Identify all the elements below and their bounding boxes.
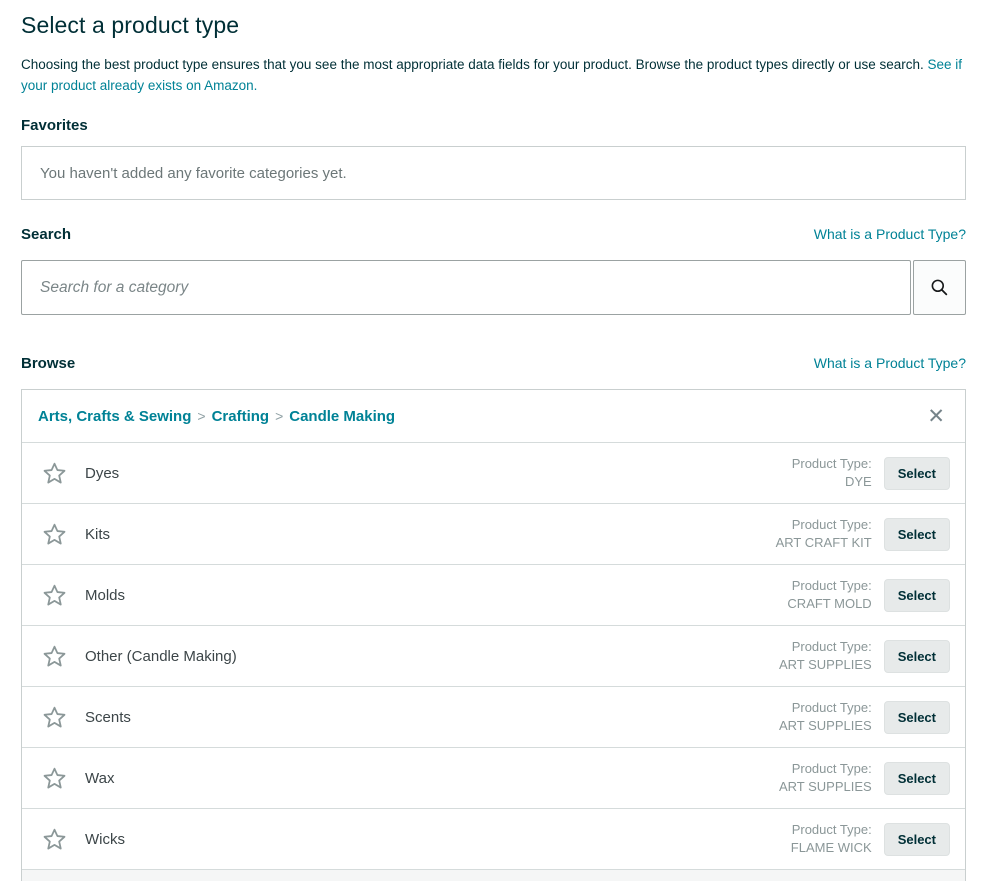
product-type-value: ART SUPPLIES — [779, 718, 872, 733]
category-name: Wax — [85, 770, 114, 787]
category-name: Wicks — [85, 831, 125, 848]
category-row: Dyes Product Type: DYE Select — [22, 442, 965, 503]
breadcrumb-item-root[interactable]: Arts, Crafts & Sewing — [38, 408, 191, 425]
category-row: Scents Product Type: ART SUPPLIES Select — [22, 686, 965, 747]
product-type-block: Product Type: ART CRAFT KIT — [776, 516, 872, 552]
star-icon — [42, 766, 67, 791]
close-icon[interactable]: ✕ — [923, 404, 949, 429]
product-type-block: Product Type: ART SUPPLIES — [779, 699, 872, 735]
product-type-value: FLAME WICK — [791, 840, 872, 855]
star-icon — [42, 644, 67, 669]
favorite-star-button[interactable] — [42, 766, 67, 791]
breadcrumb-item-candle-making[interactable]: Candle Making — [289, 408, 395, 425]
search-section-head: Search What is a Product Type? — [21, 226, 966, 243]
select-product-type-page: Select a product type Choosing the best … — [0, 0, 987, 881]
category-name: Other (Candle Making) — [85, 648, 237, 665]
product-type-label: Product Type: — [792, 700, 872, 715]
category-row-right: Product Type: CRAFT MOLD Select — [787, 577, 950, 613]
browse-rows: Dyes Product Type: DYE Select Kits Produ… — [22, 442, 965, 869]
category-name: Molds — [85, 587, 125, 604]
product-type-label: Product Type: — [792, 639, 872, 654]
product-type-value: ART SUPPLIES — [779, 779, 872, 794]
category-row: Other (Candle Making) Product Type: ART … — [22, 625, 965, 686]
product-type-block: Product Type: FLAME WICK — [791, 821, 872, 857]
category-name: Kits — [85, 526, 110, 543]
category-row-right: Product Type: FLAME WICK Select — [791, 821, 950, 857]
category-row: Wicks Product Type: FLAME WICK Select — [22, 808, 965, 869]
search-heading: Search — [21, 226, 71, 243]
magnifier-icon — [930, 278, 949, 297]
page-description-text: Choosing the best product type ensures t… — [21, 57, 928, 72]
product-type-label: Product Type: — [792, 517, 872, 532]
product-type-value: CRAFT MOLD — [787, 596, 871, 611]
select-button[interactable]: Select — [884, 701, 950, 734]
panel-footer — [22, 869, 965, 881]
select-button[interactable]: Select — [884, 823, 950, 856]
favorite-star-button[interactable] — [42, 461, 67, 486]
breadcrumb: Arts, Crafts & Sewing>Crafting>Candle Ma… — [38, 408, 395, 425]
favorite-star-button[interactable] — [42, 644, 67, 669]
product-type-label: Product Type: — [792, 822, 872, 837]
favorites-empty-message: You haven't added any favorite categorie… — [40, 165, 347, 182]
favorite-star-button[interactable] — [42, 522, 67, 547]
category-name: Scents — [85, 709, 131, 726]
breadcrumb-item-crafting[interactable]: Crafting — [212, 408, 270, 425]
breadcrumb-separator-icon: > — [269, 408, 289, 424]
select-button[interactable]: Select — [884, 762, 950, 795]
page-title: Select a product type — [21, 12, 966, 39]
favorites-empty-box: You haven't added any favorite categorie… — [21, 146, 966, 200]
category-row-right: Product Type: ART SUPPLIES Select — [779, 638, 950, 674]
select-button[interactable]: Select — [884, 640, 950, 673]
page-description: Choosing the best product type ensures t… — [21, 54, 966, 96]
star-icon — [42, 827, 67, 852]
product-type-block: Product Type: DYE — [792, 455, 872, 491]
browse-heading: Browse — [21, 355, 75, 372]
favorite-star-button[interactable] — [42, 827, 67, 852]
favorites-section-head: Favorites — [21, 117, 966, 134]
search-button[interactable] — [913, 260, 966, 315]
favorites-heading: Favorites — [21, 117, 88, 134]
star-icon — [42, 583, 67, 608]
star-icon — [42, 705, 67, 730]
category-name: Dyes — [85, 465, 119, 482]
product-type-label: Product Type: — [792, 578, 872, 593]
breadcrumb-separator-icon: > — [191, 408, 211, 424]
search-what-is-product-type-link[interactable]: What is a Product Type? — [814, 226, 966, 242]
search-input[interactable] — [21, 260, 911, 315]
product-type-value: ART SUPPLIES — [779, 657, 872, 672]
category-row-right: Product Type: ART SUPPLIES Select — [779, 760, 950, 796]
product-type-block: Product Type: ART SUPPLIES — [779, 638, 872, 674]
product-type-label: Product Type: — [792, 456, 872, 471]
search-row — [21, 260, 966, 315]
select-button[interactable]: Select — [884, 518, 950, 551]
breadcrumb-row: Arts, Crafts & Sewing>Crafting>Candle Ma… — [22, 390, 965, 442]
browse-section-head: Browse What is a Product Type? — [21, 355, 966, 372]
select-button[interactable]: Select — [884, 579, 950, 612]
product-type-label: Product Type: — [792, 761, 872, 776]
category-row-right: Product Type: ART CRAFT KIT Select — [776, 516, 950, 552]
star-icon — [42, 522, 67, 547]
favorite-star-button[interactable] — [42, 705, 67, 730]
product-type-value: DYE — [845, 474, 872, 489]
browse-panel: Arts, Crafts & Sewing>Crafting>Candle Ma… — [21, 389, 966, 881]
product-type-block: Product Type: ART SUPPLIES — [779, 760, 872, 796]
select-button[interactable]: Select — [884, 457, 950, 490]
category-row-right: Product Type: DYE Select — [792, 455, 950, 491]
category-row: Kits Product Type: ART CRAFT KIT Select — [22, 503, 965, 564]
browse-what-is-product-type-link[interactable]: What is a Product Type? — [814, 355, 966, 371]
category-row: Molds Product Type: CRAFT MOLD Select — [22, 564, 965, 625]
favorite-star-button[interactable] — [42, 583, 67, 608]
category-row: Wax Product Type: ART SUPPLIES Select — [22, 747, 965, 808]
product-type-block: Product Type: CRAFT MOLD — [787, 577, 871, 613]
star-icon — [42, 461, 67, 486]
category-row-right: Product Type: ART SUPPLIES Select — [779, 699, 950, 735]
product-type-value: ART CRAFT KIT — [776, 535, 872, 550]
